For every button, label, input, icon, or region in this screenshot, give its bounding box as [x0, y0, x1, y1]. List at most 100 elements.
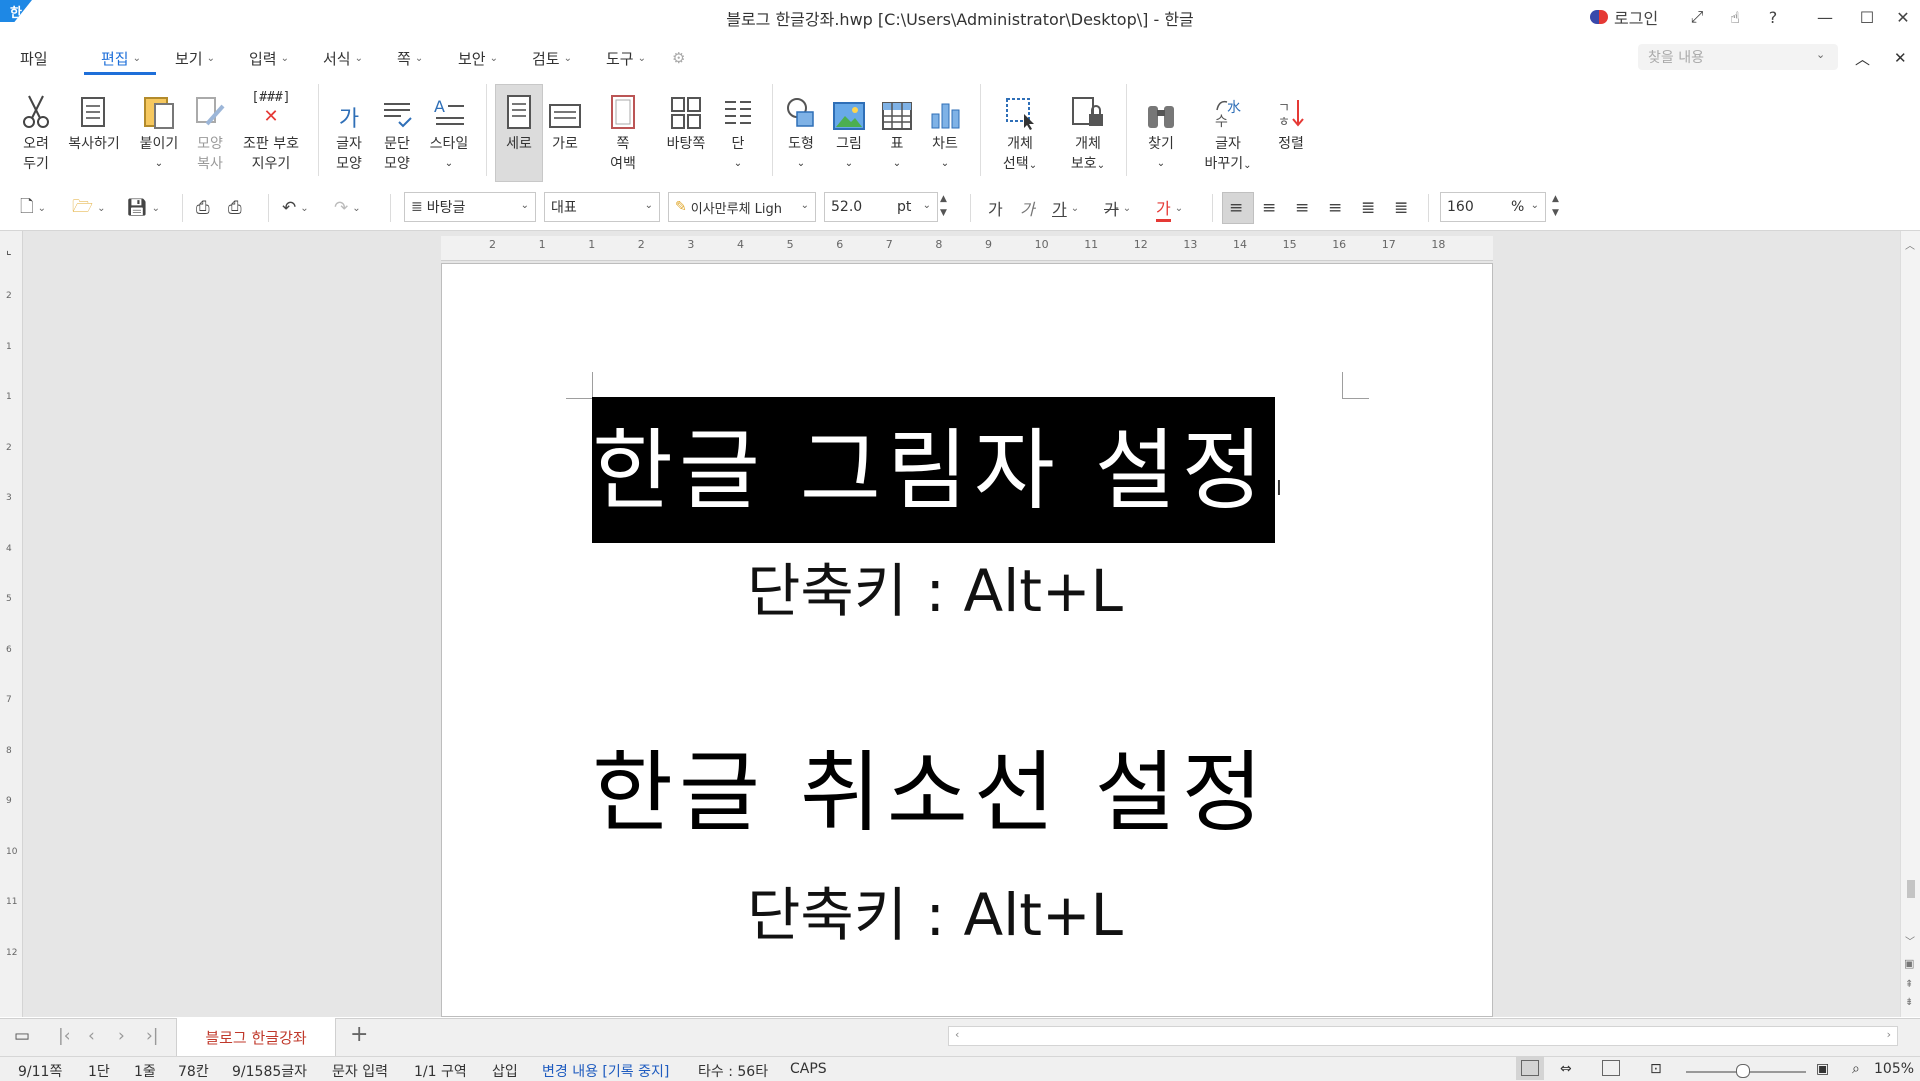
- last-tab-icon[interactable]: ›|: [146, 1026, 159, 1046]
- font-color-button[interactable]: 가 ⌄: [1156, 196, 1183, 222]
- shape-button[interactable]: 도형 ⌄: [780, 84, 822, 174]
- tab-document[interactable]: 블로그 한글강좌: [176, 1018, 336, 1056]
- menu-file[interactable]: 파일: [20, 46, 48, 70]
- search-input[interactable]: 찾을 내용: [1638, 44, 1838, 70]
- menu-review[interactable]: 검토 ⌄: [532, 46, 572, 70]
- copy-button[interactable]: 복사하기: [62, 84, 126, 154]
- menu-edit[interactable]: 편집 ⌄: [101, 46, 141, 70]
- undo-button[interactable]: ↶ ⌄: [282, 196, 309, 220]
- chevron-down-icon[interactable]: ⌄: [1816, 48, 1825, 61]
- add-tab-button[interactable]: +: [350, 1022, 368, 1047]
- save-button[interactable]: 💾︎ ⌄: [126, 196, 160, 220]
- next-page-icon[interactable]: ⇟: [1905, 997, 1913, 1008]
- sort-button[interactable]: ㄱㅎ 정렬: [1270, 84, 1312, 154]
- shortcut-text-2[interactable]: 단축키 : Alt+L: [560, 868, 1310, 952]
- clear-codes-button[interactable]: [###] ✕ 조판 부호 지우기: [236, 84, 306, 174]
- chart-button[interactable]: 차트 ⌄: [924, 84, 966, 174]
- page-view-icon[interactable]: ▣: [1904, 957, 1914, 970]
- vertical-ruler[interactable]: ⌞ 2 1 1 2 3 4 5 6 7 8 9 10 11 12: [0, 231, 23, 1017]
- horizontal-ruler[interactable]: 2 1 1 2 3 4 5 6 7 8 9 10 11 12 13 14 15 16 17 18: [441, 236, 1493, 261]
- line-spacing-select[interactable]: 160 % ⌄: [1440, 192, 1546, 222]
- prev-tab-icon[interactable]: ‹: [88, 1026, 95, 1046]
- close-icon[interactable]: ✕: [1886, 4, 1920, 30]
- scroll-left-icon[interactable]: ‹: [955, 1028, 959, 1041]
- menu-page[interactable]: 쪽 ⌄: [397, 46, 423, 70]
- print-preview-icon[interactable]: ⎙: [228, 196, 242, 220]
- italic-button[interactable]: 가: [1020, 196, 1035, 220]
- menu-view[interactable]: 보기 ⌄: [175, 46, 215, 70]
- status-zoom[interactable]: 105%: [1874, 1061, 1914, 1077]
- status-input-mode[interactable]: 문자 입력: [332, 1061, 388, 1081]
- login-button[interactable]: 로그인: [1590, 4, 1658, 30]
- full-page-icon[interactable]: [1602, 1060, 1620, 1076]
- bold-button[interactable]: 가: [988, 196, 1003, 220]
- master-page-button[interactable]: 바탕쪽: [662, 84, 710, 154]
- scroll-down-icon[interactable]: ﹀: [1905, 933, 1915, 948]
- first-tab-icon[interactable]: |‹: [58, 1026, 71, 1046]
- menu-format[interactable]: 서식 ⌄: [323, 46, 363, 70]
- table-button[interactable]: 표 ⌄: [876, 84, 918, 174]
- touch-mode-icon[interactable]: ☝: [1722, 4, 1748, 30]
- menu-input[interactable]: 입력 ⌄: [249, 46, 289, 70]
- scroll-up-icon[interactable]: ︿: [1905, 237, 1915, 252]
- picture-button[interactable]: 그림 ⌄: [828, 84, 870, 174]
- zoom-fit-icon[interactable]: ⊡: [1650, 1061, 1662, 1077]
- redo-button[interactable]: ↷ ⌄: [334, 196, 361, 220]
- prev-page-icon[interactable]: ⇞: [1905, 979, 1913, 990]
- style-button[interactable]: A 스타일 ⌄: [424, 84, 474, 174]
- vertical-orientation-button[interactable]: 세로: [496, 84, 542, 154]
- vertical-scrollbar[interactable]: ︿ ﹀ ▣ ⇞ ⇟: [1900, 231, 1920, 1017]
- heading-strikethrough-setting[interactable]: 한글 취소선 설정: [592, 722, 1275, 849]
- zoom-slider-handle[interactable]: [1736, 1064, 1750, 1078]
- paste-button[interactable]: 붙이기 ⌄: [134, 84, 184, 174]
- font-size-spinner[interactable]: ▲ ▼: [940, 192, 947, 220]
- page-view-mode-icon[interactable]: [1521, 1060, 1539, 1076]
- format-copy-button[interactable]: 모양 복사: [190, 84, 230, 174]
- maximize-icon[interactable]: ☐: [1850, 4, 1884, 30]
- status-insert[interactable]: 삽입: [492, 1061, 518, 1081]
- font-select[interactable]: ✎ 이사만루체 Ligh ⌄: [668, 192, 816, 222]
- language-select[interactable]: 대표 ⌄: [544, 192, 660, 222]
- strike-button[interactable]: 가 ⌄: [1104, 196, 1131, 220]
- align-distribute-icon[interactable]: ≣: [1361, 196, 1375, 220]
- style-select[interactable]: ≣ 바탕글 ⌄: [404, 192, 536, 222]
- char-shape-button[interactable]: 가 글자 모양: [328, 84, 370, 174]
- print-icon[interactable]: ⎙: [196, 196, 210, 220]
- customize-icon[interactable]: ⚙: [672, 46, 685, 70]
- status-page[interactable]: 9/11쪽: [18, 1061, 62, 1081]
- align-center-icon[interactable]: ≡: [1295, 196, 1309, 220]
- font-size-select[interactable]: 52.0 pt ⌄: [824, 192, 938, 222]
- align-justify-icon[interactable]: ≡: [1229, 196, 1243, 220]
- line-spacing-spinner[interactable]: ▲ ▼: [1552, 192, 1559, 220]
- minimize-icon[interactable]: —: [1808, 4, 1842, 30]
- menu-tools[interactable]: 도구 ⌄: [606, 46, 646, 70]
- align-split-icon[interactable]: ≣: [1394, 196, 1408, 220]
- page-margin-button[interactable]: 쪽 여백: [600, 84, 646, 174]
- replace-char-button[interactable]: 수水 글자 바꾸기⌄: [1196, 84, 1260, 176]
- align-left-icon[interactable]: ≡: [1262, 196, 1276, 220]
- help-button[interactable]: ?: [1760, 4, 1786, 30]
- fit-width-icon[interactable]: ⇔: [1560, 1061, 1572, 1077]
- find-button[interactable]: 찾기 ⌄: [1140, 84, 1182, 174]
- next-tab-icon[interactable]: ›: [118, 1026, 125, 1046]
- shortcut-text-1[interactable]: 단축키 : Alt+L: [560, 544, 1310, 628]
- vertical-scroll-thumb[interactable]: [1907, 880, 1915, 898]
- status-track-changes[interactable]: 변경 내용 [기록 중지]: [542, 1061, 669, 1081]
- menu-security[interactable]: 보안 ⌄: [458, 46, 498, 70]
- column-button[interactable]: 단 ⌄: [718, 84, 758, 174]
- para-shape-button[interactable]: 문단 모양: [376, 84, 418, 174]
- collapse-ribbon-icon[interactable]: ︿: [1855, 46, 1870, 70]
- horizontal-scrollbar[interactable]: ‹ ›: [948, 1026, 1898, 1046]
- close-document-icon[interactable]: ✕: [1894, 46, 1907, 70]
- align-right-icon[interactable]: ≡: [1328, 196, 1342, 220]
- tab-list-icon[interactable]: ▭: [14, 1026, 30, 1046]
- fullscreen-icon[interactable]: ⤢: [1684, 4, 1710, 30]
- protect-object-button[interactable]: 개체 보호⌄: [1062, 84, 1114, 176]
- cut-button[interactable]: 오려 두기: [14, 84, 58, 174]
- scroll-right-icon[interactable]: ›: [1887, 1028, 1891, 1041]
- horizontal-orientation-button[interactable]: 가로: [544, 84, 586, 154]
- heading-shadow-setting[interactable]: 한글 그림자 설정: [592, 400, 1275, 527]
- open-button[interactable]: 🗁 ⌄: [72, 196, 105, 220]
- underline-button[interactable]: 가 ⌄: [1052, 196, 1079, 220]
- zoom-page-icon[interactable]: ▣: [1816, 1061, 1829, 1077]
